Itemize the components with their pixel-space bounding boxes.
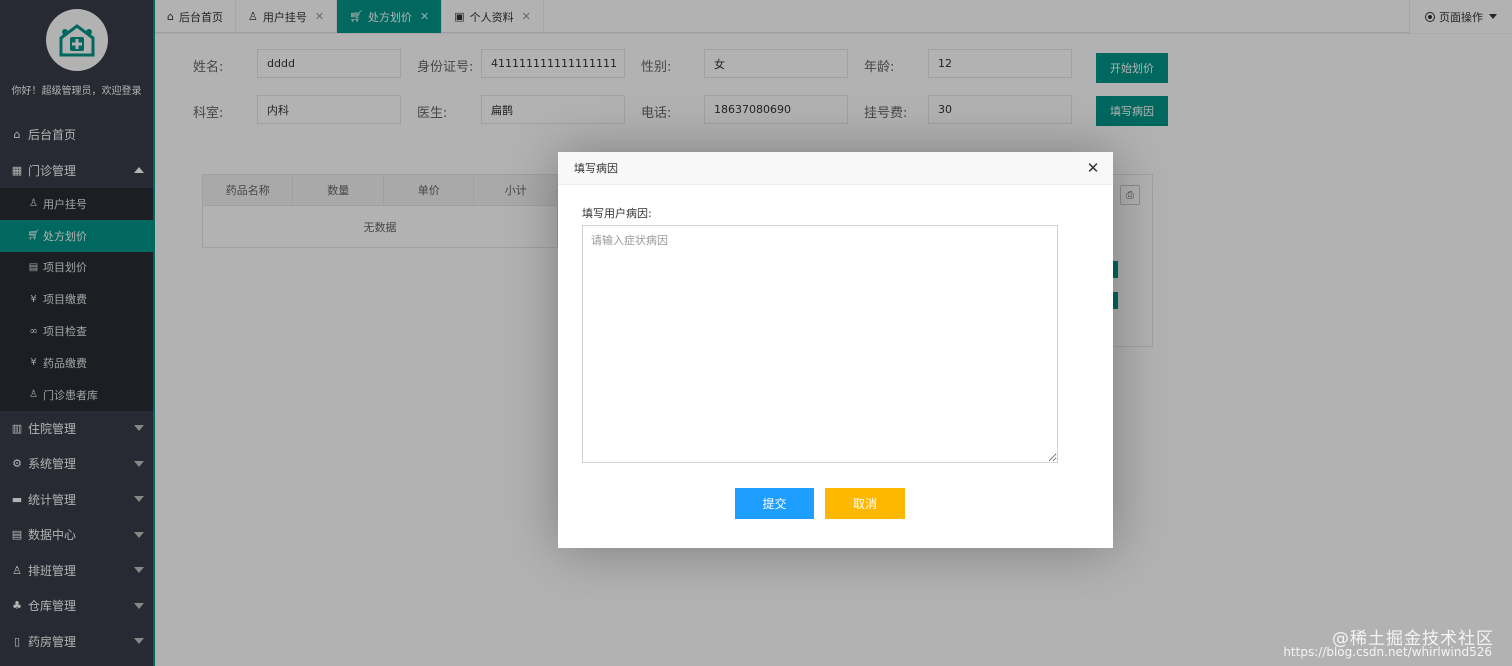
watermark-url: https://blog.csdn.net/whirlwind526 xyxy=(1283,645,1492,659)
cause-textarea[interactable] xyxy=(582,225,1058,463)
cause-dialog: 填写病因 ✕ 填写用户病因: 提交 取消 xyxy=(558,152,1113,548)
submit-button[interactable]: 提交 xyxy=(735,488,814,519)
dialog-header: 填写病因 ✕ xyxy=(558,152,1113,185)
dialog-title: 填写病因 xyxy=(574,162,618,175)
close-icon[interactable]: ✕ xyxy=(1085,160,1101,176)
cause-label: 填写用户病因: xyxy=(582,207,652,220)
cancel-button[interactable]: 取消 xyxy=(825,488,905,519)
